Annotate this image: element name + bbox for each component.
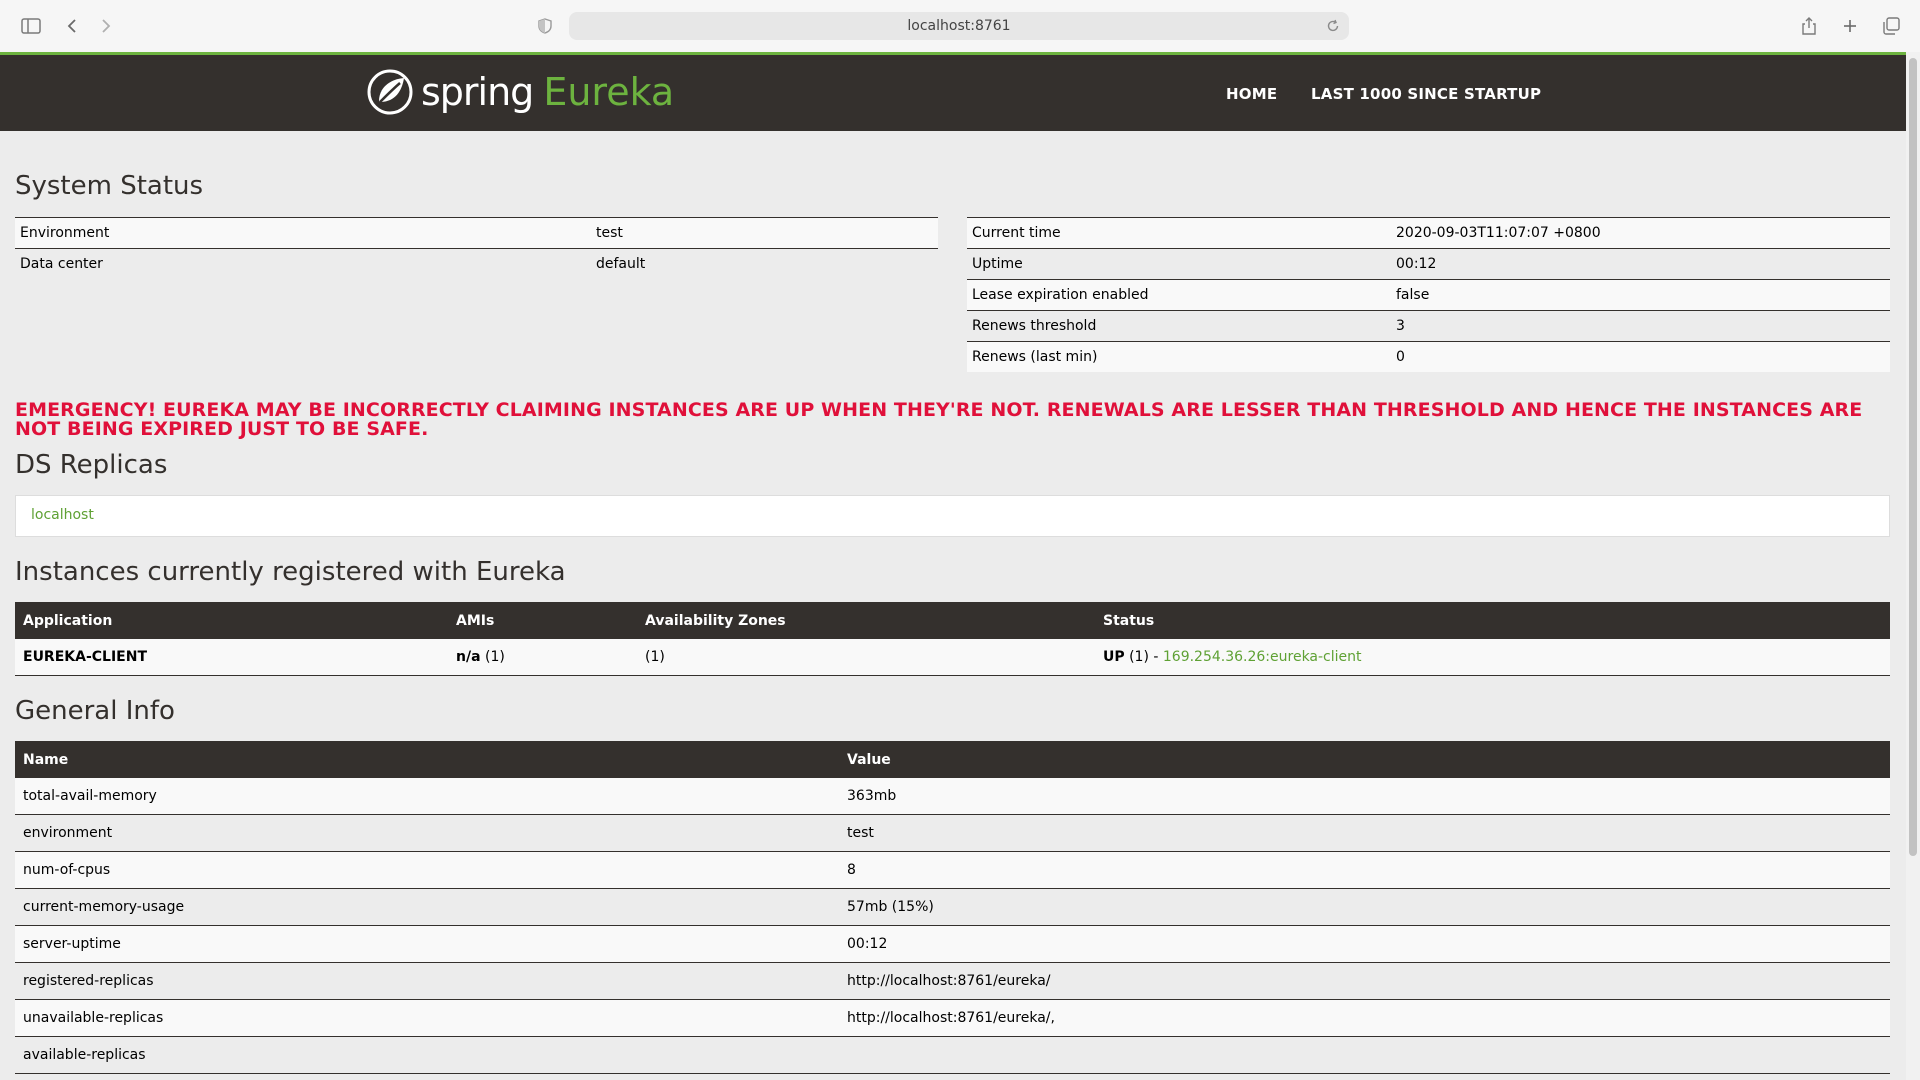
ds-replicas-heading: DS Replicas <box>15 450 168 480</box>
new-tab-icon[interactable] <box>1837 13 1863 39</box>
info-name: unavailable-replicas <box>15 999 839 1037</box>
table-header-row: Name Value <box>15 741 1890 778</box>
emergency-warning: EMERGENCY! EUREKA MAY BE INCORRECTLY CLA… <box>15 399 1863 440</box>
general-info-table: Name Value total-avail-memory 363mb envir… <box>15 741 1890 1074</box>
status-value: 3 <box>1391 310 1890 342</box>
table-row: current-memory-usage 57mb (15%) <box>15 888 1890 926</box>
column-header-value: Value <box>839 741 1890 778</box>
column-header-amis: AMIs <box>448 602 637 639</box>
info-name: total-avail-memory <box>15 778 839 815</box>
application-name: EUREKA-CLIENT <box>23 649 148 665</box>
table-row: server-uptime 00:12 <box>15 925 1890 963</box>
table-row: Renews (last min) 0 <box>967 341 1890 372</box>
status-label: Data center <box>15 248 591 279</box>
table-row: Lease expiration enabled false <box>967 279 1890 311</box>
status-value: 2020-09-03T11:07:07 +0800 <box>1391 217 1890 249</box>
info-name: current-memory-usage <box>15 888 839 926</box>
info-name: environment <box>15 814 839 852</box>
amis-value: n/a <box>456 649 481 665</box>
status-label: Uptime <box>967 248 1391 280</box>
info-value: test <box>839 814 1890 852</box>
replica-link[interactable]: localhost <box>31 507 94 523</box>
brand-spring-text: spring <box>421 70 534 114</box>
table-row: Uptime 00:12 <box>967 248 1890 280</box>
info-value: http://localhost:8761/eureka/ <box>839 962 1890 1000</box>
status-value: 00:12 <box>1391 248 1890 280</box>
status-label: Environment <box>15 217 591 249</box>
address-bar[interactable]: localhost:8761 <box>569 12 1349 40</box>
nav-home-link[interactable]: HOME <box>1226 85 1277 103</box>
share-icon[interactable] <box>1796 13 1822 39</box>
table-row: num-of-cpus 8 <box>15 851 1890 889</box>
system-status-right-table: Current time 2020-09-03T11:07:07 +0800 U… <box>967 217 1890 372</box>
forward-icon[interactable] <box>93 13 119 39</box>
column-header-application: Application <box>15 602 448 639</box>
table-row: available-replicas <box>15 1036 1890 1074</box>
amis-count: (1) <box>480 649 505 665</box>
system-status-heading: System Status <box>15 171 204 201</box>
back-icon[interactable] <box>59 13 85 39</box>
table-row: unavailable-replicas http://localhost:876… <box>15 999 1890 1037</box>
tab-overview-icon[interactable] <box>1878 13 1904 39</box>
reload-icon[interactable] <box>1323 16 1343 36</box>
top-navbar: spring Eureka HOME LAST 1000 SINCE START… <box>0 55 1906 131</box>
status-label: Renews (last min) <box>967 341 1391 372</box>
status-count: (1) - <box>1124 649 1163 665</box>
info-value: 57mb (15%) <box>839 888 1890 926</box>
info-value <box>839 1036 1890 1074</box>
status-value: 0 <box>1391 341 1890 372</box>
table-row: Environment test <box>15 217 938 249</box>
page-content: spring Eureka HOME LAST 1000 SINCE START… <box>0 55 1906 1080</box>
column-header-name: Name <box>15 741 839 778</box>
status-up: UP <box>1103 649 1125 665</box>
address-bar-url[interactable]: localhost:8761 <box>569 12 1349 40</box>
system-status-left-table: Environment test Data center default <box>15 217 938 279</box>
nav-last-1000-link[interactable]: LAST 1000 SINCE STARTUP <box>1311 85 1541 103</box>
spring-leaf-icon <box>367 69 413 115</box>
instance-link[interactable]: 169.254.36.26:eureka-client <box>1163 649 1362 665</box>
instance-application: EUREKA-CLIENT <box>15 639 448 676</box>
spring-eureka-logo[interactable]: spring Eureka <box>367 67 674 117</box>
table-row: Current time 2020-09-03T11:07:07 +0800 <box>967 217 1890 249</box>
table-row: Renews threshold 3 <box>967 310 1890 342</box>
table-header-row: Application AMIs Availability Zones Stat… <box>15 602 1890 639</box>
brand-eureka-text: Eureka <box>543 70 675 114</box>
info-name: server-uptime <box>15 925 839 963</box>
info-name: registered-replicas <box>15 962 839 1000</box>
info-value: 8 <box>839 851 1890 889</box>
status-value: false <box>1391 279 1890 311</box>
instance-status: UP (1) - 169.254.36.26:eureka-client <box>1095 639 1890 676</box>
sidebar-toggle-icon[interactable] <box>18 13 44 39</box>
general-info-heading: General Info <box>15 696 175 726</box>
scrollbar-thumb[interactable] <box>1909 58 1917 856</box>
page-scrollbar[interactable] <box>1906 52 1920 1080</box>
table-row: EUREKA-CLIENT n/a (1) (1) UP (1) - 169.2… <box>15 639 1890 676</box>
table-row: registered-replicas http://localhost:8761… <box>15 962 1890 1000</box>
status-label: Renews threshold <box>967 310 1391 342</box>
info-value: 363mb <box>839 778 1890 815</box>
table-row: environment test <box>15 814 1890 852</box>
info-name: num-of-cpus <box>15 851 839 889</box>
table-row: Data center default <box>15 248 938 279</box>
column-header-zones: Availability Zones <box>637 602 1095 639</box>
browser-toolbar: localhost:8761 <box>0 0 1920 53</box>
instance-amis: n/a (1) <box>448 639 637 676</box>
instances-table: Application AMIs Availability Zones Stat… <box>15 602 1890 676</box>
ds-replicas-list: localhost <box>15 495 1890 537</box>
status-label: Current time <box>967 217 1391 249</box>
status-value: default <box>591 248 938 279</box>
info-value: http://localhost:8761/eureka/, <box>839 999 1890 1037</box>
column-header-status: Status <box>1095 602 1890 639</box>
info-value: 00:12 <box>839 925 1890 963</box>
privacy-shield-icon[interactable] <box>532 13 558 39</box>
status-label: Lease expiration enabled <box>967 279 1391 311</box>
instances-heading: Instances currently registered with Eure… <box>15 557 566 587</box>
info-name: available-replicas <box>15 1036 839 1074</box>
instance-zones: (1) <box>637 639 1095 676</box>
status-value: test <box>591 217 938 249</box>
table-row: total-avail-memory 363mb <box>15 778 1890 815</box>
